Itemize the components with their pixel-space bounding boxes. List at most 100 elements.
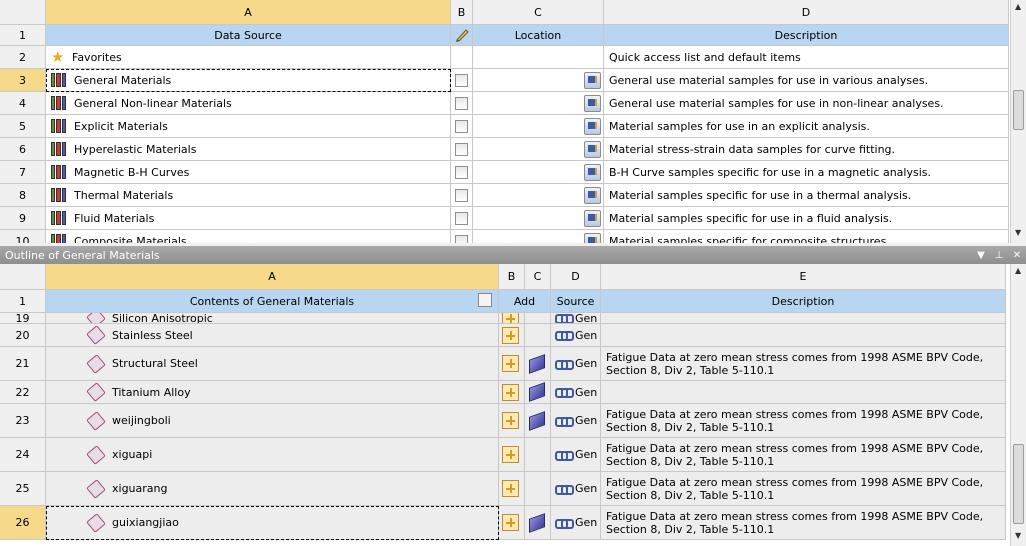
- column-b-header[interactable]: B: [451, 0, 473, 25]
- add-cell[interactable]: [499, 438, 525, 472]
- list-item[interactable]: 20 Stainless Steel Gen: [0, 324, 1006, 347]
- material-cell[interactable]: xiguarang: [46, 472, 499, 506]
- browse-location-icon[interactable]: [584, 95, 601, 112]
- row-number[interactable]: 4: [0, 92, 46, 115]
- scroll-down-arrow-icon[interactable]: ▼: [1015, 531, 1021, 540]
- table-row[interactable]: 5 Explicit Materials Material samples fo…: [0, 115, 1009, 138]
- list-item[interactable]: 23 weijingboli Gen Fatigue Data at zero …: [0, 404, 1006, 438]
- column-b-header[interactable]: B: [499, 264, 525, 290]
- table-row[interactable]: 2 ★ Favorites Quick access list and defa…: [0, 46, 1009, 69]
- edit-checkbox[interactable]: [455, 211, 468, 225]
- row-number[interactable]: 8: [0, 184, 46, 207]
- outline-description-header[interactable]: Description: [601, 290, 1006, 313]
- data-source-cell[interactable]: General Materials: [46, 69, 451, 92]
- data-source-header[interactable]: Data Source: [46, 25, 451, 46]
- edit-checkbox[interactable]: [455, 96, 468, 110]
- column-a-header[interactable]: A: [46, 0, 451, 25]
- add-plus-icon[interactable]: [502, 326, 519, 344]
- edit-cell[interactable]: [451, 92, 473, 115]
- add-cell[interactable]: [499, 313, 525, 324]
- add-plus-icon[interactable]: [502, 355, 519, 372]
- list-item[interactable]: 22 Titanium Alloy Gen: [0, 381, 1006, 404]
- row-number[interactable]: 7: [0, 161, 46, 184]
- browse-location-icon[interactable]: [584, 233, 601, 243]
- location-cell[interactable]: [473, 161, 604, 184]
- add-plus-icon[interactable]: [502, 383, 519, 401]
- column-c-header[interactable]: C: [473, 0, 604, 25]
- scroll-up-arrow-icon[interactable]: ▲: [1015, 2, 1021, 11]
- add-cell[interactable]: [499, 472, 525, 506]
- scroll-down-arrow-icon[interactable]: ▼: [1015, 228, 1021, 237]
- location-header[interactable]: Location: [473, 25, 604, 46]
- column-a-header[interactable]: A: [46, 264, 499, 290]
- row-number[interactable]: 26: [0, 506, 46, 540]
- dropdown-icon[interactable]: ▼: [972, 250, 990, 261]
- edit-checkbox[interactable]: [455, 142, 468, 156]
- book-cell[interactable]: [525, 404, 551, 438]
- row-number[interactable]: 9: [0, 207, 46, 230]
- table-row[interactable]: 4 General Non-linear Materials General u…: [0, 92, 1009, 115]
- add-cell[interactable]: [499, 404, 525, 438]
- browse-location-icon[interactable]: [584, 118, 601, 135]
- row-number[interactable]: 20: [0, 324, 46, 347]
- edit-cell[interactable]: [451, 230, 473, 243]
- location-cell[interactable]: [473, 184, 604, 207]
- edit-checkbox[interactable]: [455, 234, 468, 243]
- table-row[interactable]: 9 Fluid Materials Material samples speci…: [0, 207, 1009, 230]
- material-cell[interactable]: xiguapi: [46, 438, 499, 472]
- row-number[interactable]: 1: [0, 25, 46, 46]
- outline-vertical-scrollbar[interactable]: ▲ ▼: [1010, 264, 1026, 546]
- source-cell[interactable]: Gen: [551, 506, 601, 540]
- add-header[interactable]: Add: [499, 290, 551, 313]
- scroll-up-arrow-icon[interactable]: ▲: [1015, 266, 1021, 275]
- list-item[interactable]: 25 xiguarang Gen Fatigue Data at zero me…: [0, 472, 1006, 506]
- edit-cell[interactable]: [451, 207, 473, 230]
- sort-icon[interactable]: [478, 293, 492, 307]
- edit-cell[interactable]: [451, 184, 473, 207]
- row-number[interactable]: 21: [0, 347, 46, 381]
- pin-icon[interactable]: ⊥: [990, 250, 1008, 261]
- add-cell[interactable]: [499, 381, 525, 404]
- row-number[interactable]: 6: [0, 138, 46, 161]
- scroll-thumb[interactable]: [1013, 444, 1024, 524]
- source-cell[interactable]: Gen: [551, 381, 601, 404]
- row-number[interactable]: 2: [0, 46, 46, 69]
- table-row[interactable]: 6 Hyperelastic Materials Material stress…: [0, 138, 1009, 161]
- book-cell[interactable]: [525, 438, 551, 472]
- row-number[interactable]: 5: [0, 115, 46, 138]
- corner-cell[interactable]: [0, 0, 46, 25]
- edit-checkbox[interactable]: [455, 165, 468, 179]
- location-cell[interactable]: [473, 230, 604, 243]
- material-cell[interactable]: guixiangjiao: [46, 506, 499, 540]
- edit-checkbox[interactable]: [455, 119, 468, 133]
- row-number[interactable]: 10: [0, 230, 46, 243]
- material-cell[interactable]: Stainless Steel: [46, 324, 499, 347]
- table-row[interactable]: 3 General Materials General use material…: [0, 69, 1009, 92]
- location-cell[interactable]: [473, 115, 604, 138]
- source-cell[interactable]: Gen: [551, 472, 601, 506]
- material-cell[interactable]: Titanium Alloy: [46, 381, 499, 404]
- data-source-cell[interactable]: ★ Favorites: [46, 46, 451, 69]
- row-number[interactable]: 23: [0, 404, 46, 438]
- location-cell[interactable]: [473, 207, 604, 230]
- row-number[interactable]: 3: [0, 69, 46, 92]
- column-c-header[interactable]: C: [525, 264, 551, 290]
- list-item[interactable]: 26 guixiangjiao Gen Fatigue Data at zero…: [0, 506, 1006, 540]
- edit-cell[interactable]: [451, 138, 473, 161]
- source-cell[interactable]: Gen: [551, 313, 601, 324]
- edit-cell[interactable]: [451, 69, 473, 92]
- add-plus-icon[interactable]: [502, 514, 519, 531]
- material-cell[interactable]: Silicon Anisotropic: [46, 313, 499, 324]
- source-cell[interactable]: Gen: [551, 438, 601, 472]
- list-item[interactable]: 21 Structural Steel Gen Fatigue Data at …: [0, 347, 1006, 381]
- edit-cell[interactable]: [451, 46, 473, 69]
- data-source-cell[interactable]: Explicit Materials: [46, 115, 451, 138]
- column-d-header[interactable]: D: [551, 264, 601, 290]
- add-cell[interactable]: [499, 506, 525, 540]
- data-source-cell[interactable]: Magnetic B-H Curves: [46, 161, 451, 184]
- table-row[interactable]: 10 Composite Materials Material samples …: [0, 230, 1009, 243]
- column-e-header[interactable]: E: [601, 264, 1006, 290]
- location-cell[interactable]: [473, 92, 604, 115]
- data-source-cell[interactable]: General Non-linear Materials: [46, 92, 451, 115]
- top-vertical-scrollbar[interactable]: ▲ ▼: [1010, 0, 1026, 243]
